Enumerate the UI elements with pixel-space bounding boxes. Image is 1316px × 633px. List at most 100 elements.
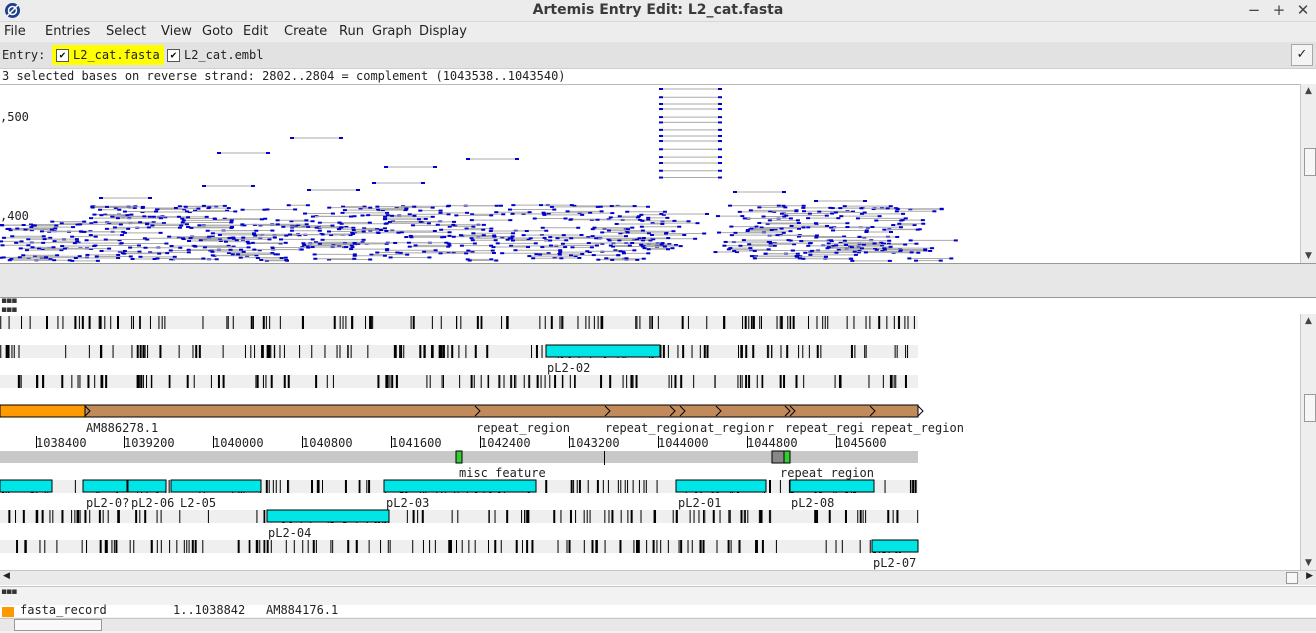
ruler-label: 1044000	[658, 436, 709, 450]
read-end	[23, 228, 28, 231]
stop-codon	[13, 345, 15, 358]
menu-file[interactable]: File	[4, 24, 26, 39]
menu-edit[interactable]: Edit	[243, 24, 268, 39]
stop-codon	[569, 375, 571, 388]
read-end	[361, 230, 366, 233]
read-end	[92, 213, 97, 216]
scroll-down-icon[interactable]: ▼	[1301, 251, 1316, 261]
entry-toggle-fasta[interactable]: ✔ L2_cat.fasta	[52, 45, 164, 65]
menu-entries[interactable]: Entries	[45, 24, 90, 39]
read-end	[98, 208, 103, 211]
menu-view[interactable]: View	[161, 24, 192, 39]
horizontal-scrollbar[interactable]: ◀ ▶	[0, 570, 1316, 585]
read-end	[186, 251, 191, 254]
feature-name: AM884176.1	[266, 603, 339, 617]
stop-codon	[406, 510, 408, 523]
repeat-cluster	[771, 450, 785, 464]
checkbox-icon[interactable]: ✔	[167, 48, 180, 62]
read-end	[411, 224, 416, 227]
entry-toggle-embl[interactable]: ✔ L2_cat.embl	[163, 45, 267, 65]
feature-display[interactable]: pL2-02 AM886278.1 repeat_region repeat_r…	[0, 314, 1300, 570]
stop-codon	[144, 510, 147, 523]
menu-select[interactable]: Select	[106, 24, 146, 39]
stop-codon	[62, 316, 64, 329]
read-end	[126, 227, 131, 230]
feature-list-row[interactable]: fasta_record 1..1038842 AM884176.1	[0, 603, 1316, 617]
checkbox-icon[interactable]: ✔	[56, 48, 69, 62]
menu-graph[interactable]: Graph	[372, 24, 412, 39]
read-end	[831, 244, 836, 247]
read-end	[769, 229, 774, 232]
read-end	[610, 258, 615, 261]
read-end	[233, 210, 238, 213]
menu-run[interactable]: Run	[339, 24, 364, 39]
read-end	[801, 226, 806, 229]
scroll-thumb[interactable]	[1304, 148, 1316, 176]
scroll-up-icon[interactable]: ▲	[1301, 316, 1316, 326]
scroll-right-icon[interactable]: ▶	[1306, 571, 1313, 581]
read-end	[728, 204, 733, 207]
read-end	[488, 230, 493, 233]
read-end	[825, 224, 830, 227]
read-end	[452, 220, 457, 223]
stop-codon	[760, 510, 763, 523]
read-end	[339, 137, 343, 139]
ruler-label: 1043200	[569, 436, 620, 450]
menu-goto[interactable]: Goto	[202, 24, 233, 39]
read-end	[767, 219, 772, 222]
scroll-thumb[interactable]	[14, 619, 102, 631]
stop-codon	[226, 316, 228, 329]
read-end	[54, 224, 59, 227]
graph-vertical-scrollbar[interactable]: ▲ ▼	[1300, 84, 1316, 263]
apply-button[interactable]: ✓	[1291, 44, 1313, 66]
feature-vertical-scrollbar[interactable]: ▲ ▼	[1300, 314, 1316, 570]
read-alignment-graph[interactable]: ,500 ,400	[0, 84, 1300, 264]
read-end	[528, 237, 533, 240]
read-end	[169, 245, 174, 248]
stop-codon	[267, 345, 269, 358]
menu-display[interactable]: Display	[419, 24, 467, 39]
read-end	[912, 224, 917, 227]
feature-list-hscrollbar[interactable]	[0, 618, 1316, 631]
read-end	[14, 241, 19, 244]
stop-codon	[758, 510, 760, 523]
stop-codon	[596, 540, 598, 553]
stop-codon	[169, 540, 171, 553]
read-end	[665, 216, 670, 219]
scroll-down-icon[interactable]: ▼	[1301, 558, 1316, 568]
read-end	[874, 219, 879, 222]
scroll-thumb[interactable]	[1304, 394, 1316, 422]
stop-codon	[499, 375, 501, 388]
close-icon[interactable]: ✕	[1293, 1, 1313, 19]
read-end	[763, 252, 768, 255]
read-end	[638, 218, 643, 221]
splitter-handle-icon[interactable]: ▪▪▪	[1, 587, 17, 597]
stop-codon	[142, 375, 144, 388]
read-end	[718, 128, 722, 131]
read-end	[382, 227, 387, 230]
scroll-thumb[interactable]	[1286, 572, 1298, 584]
read-end	[824, 214, 829, 217]
menu-create[interactable]: Create	[284, 24, 327, 39]
maximize-icon[interactable]: +	[1269, 1, 1289, 19]
stop-codon	[755, 540, 757, 553]
minimize-icon[interactable]: −	[1244, 1, 1264, 19]
read-end	[801, 210, 806, 213]
cds-feature	[0, 479, 53, 493]
stop-codon	[86, 540, 88, 553]
stop-codon	[568, 540, 571, 553]
scroll-left-icon[interactable]: ◀	[3, 571, 10, 581]
stop-codon	[279, 480, 281, 493]
stop-codon	[326, 375, 328, 388]
scroll-up-icon[interactable]: ▲	[1301, 86, 1316, 96]
read-end	[283, 256, 288, 259]
stop-codon	[521, 510, 523, 523]
read-end	[230, 253, 235, 256]
read-end	[915, 228, 920, 231]
stop-codon	[583, 510, 585, 523]
stop-codon	[15, 510, 17, 523]
read-end	[201, 257, 206, 260]
read-end	[201, 204, 206, 207]
read-end	[337, 221, 342, 224]
read-end	[210, 254, 215, 257]
